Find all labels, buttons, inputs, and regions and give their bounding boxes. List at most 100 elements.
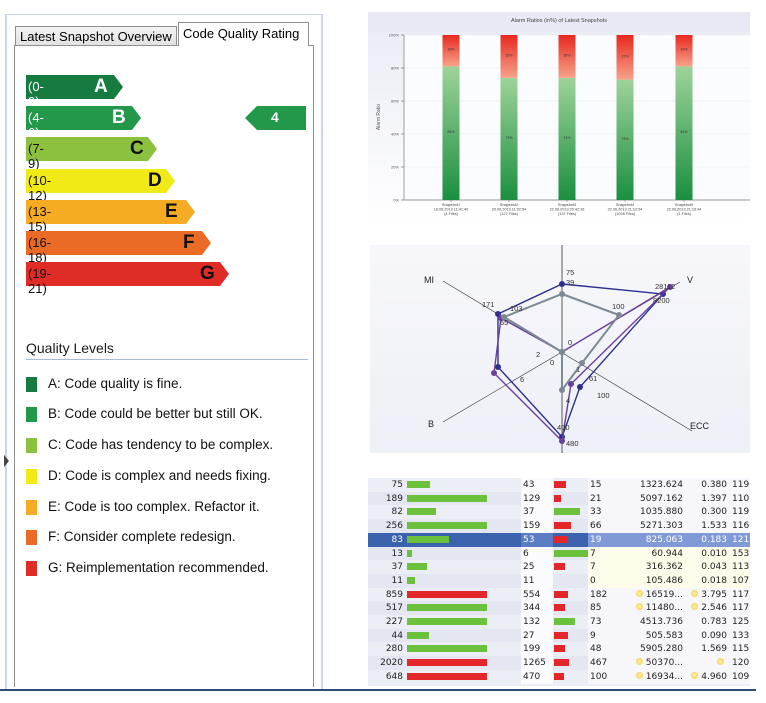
cell-metric-1: 13 <box>391 548 403 559</box>
rating-range: (10-12) <box>28 172 52 203</box>
cell-metric-6: 133 <box>730 628 750 643</box>
x-tick-files: (137 Files) <box>558 212 577 216</box>
radar-value-label: 8200 <box>653 296 670 305</box>
cell-metric-3: 467 <box>588 656 616 671</box>
level-color-swatch <box>26 377 37 392</box>
metric-5-value: 0.043 <box>701 562 727 573</box>
level-description: C: Code has tendency to be complex. <box>48 437 274 452</box>
metric-bar-red <box>554 481 567 488</box>
table-row[interactable]: 280 199 48 5905.280 1.569 115 <box>368 642 750 657</box>
table-row[interactable]: 37 25 7 316.362 0.043 113 <box>368 560 750 575</box>
cell-metric-2: 53 <box>521 532 553 547</box>
tab-code-quality-rating[interactable]: Code Quality Rating <box>178 22 309 46</box>
cell-metric-4: 5271.303 <box>616 519 686 534</box>
cell-metric-5: 0.043 <box>686 560 730 575</box>
current-rating-value: 4 <box>271 109 279 125</box>
metric-bar-red <box>554 672 564 680</box>
bar-ok-label: 74% <box>505 136 512 140</box>
cell-metric-3: 66 <box>588 519 616 534</box>
rating-arrow-tip <box>202 231 211 255</box>
axis-label-ecc: ECC <box>690 421 710 431</box>
x-tick-label: Snapshot5 <box>675 203 693 207</box>
cell-metric-2: 132 <box>521 615 553 629</box>
cell-metric-4: 5097.162 <box>616 491 686 506</box>
radar-value-label: 61 <box>589 374 597 383</box>
cell-metric-1: 82 <box>391 507 403 518</box>
bar-ok-label: 81% <box>447 130 454 134</box>
cell-metric-3: 73 <box>588 615 616 629</box>
chart-title: Alarm Ratios (in%) of Latest Snapshots <box>511 18 607 24</box>
table-row[interactable]: 75 43 15 1323.624 0.380 119 <box>368 478 750 492</box>
metric-bar-red <box>554 604 565 612</box>
cell-metric-4: 60.944 <box>616 546 686 561</box>
cell-metric-5: 0.018 <box>686 573 730 588</box>
metric-bar-red <box>554 522 571 530</box>
table-row-partial <box>368 683 750 686</box>
metric-5-value: 0.183 <box>701 534 727 545</box>
cell-metric-3: 48 <box>588 642 616 657</box>
metric-5-value: 0.783 <box>701 617 727 627</box>
rating-bar <box>26 231 202 255</box>
rating-arrow-tip <box>114 75 123 99</box>
table-row[interactable]: 13 6 7 60.944 0.010 153 <box>368 546 750 561</box>
metric-bar-red <box>554 563 566 571</box>
rating-arrow-tip <box>166 168 175 193</box>
cell-metric-2: 159 <box>521 519 553 534</box>
cell-metric-5: 0.090 <box>686 628 730 643</box>
cell-metric-2: 37 <box>521 505 553 520</box>
y-tick-label: 60% <box>391 99 399 104</box>
cell-metric-3: 0 <box>588 573 616 588</box>
rating-letter: A <box>94 76 108 97</box>
metric-5-value: 1.397 <box>701 493 727 504</box>
x-tick-date: 22.06.2013 20:42:16 <box>550 208 585 212</box>
radar-value-label: 103 <box>510 304 523 313</box>
cell-metric-2: 1265 <box>521 656 553 671</box>
rating-range: (19-21) <box>28 266 52 297</box>
table-row[interactable]: 256 159 66 5271.303 1.533 116 <box>368 519 750 534</box>
rating-arrow-tip <box>220 262 229 287</box>
collapse-arrow-icon[interactable] <box>4 455 9 467</box>
table-row[interactable]: 189 129 21 5097.162 1.397 110 <box>368 491 750 506</box>
cell-metric-6: 119 <box>730 505 750 520</box>
cell-metric-3: 100 <box>588 669 616 684</box>
table-row[interactable]: 859 554 182 16519... 3.795 117 <box>368 587 750 602</box>
table-row[interactable]: 11 11 0 105.486 0.018 107 <box>368 573 750 588</box>
warning-bulb-icon <box>635 658 643 666</box>
cell-metric-5: 4.960 <box>686 669 730 684</box>
metric-4-value: 11480... <box>645 603 683 614</box>
metric-4-value: 5097.162 <box>640 493 683 504</box>
table-row[interactable]: 648 470 100 16934... 4.960 109 <box>368 669 750 684</box>
cell-metric-3: 33 <box>588 505 616 520</box>
metric-4-value: 50370... <box>645 658 683 669</box>
warning-bulb-icon <box>691 603 699 611</box>
cell-metric-3: 19 <box>588 532 616 547</box>
cell-metric-2: 554 <box>521 587 553 602</box>
warning-bulb-icon <box>717 658 724 666</box>
radar-value-label: 171 <box>482 300 495 309</box>
table-row[interactable]: 44 27 9 505.583 0.090 133 <box>368 628 750 643</box>
metric-5-value: 0.010 <box>701 548 727 559</box>
tab-latest-snapshot-overview[interactable]: Latest Snapshot Overview <box>15 26 177 45</box>
radar-value-label: 0 <box>550 358 554 367</box>
cell-metric-5: 0.300 <box>686 505 730 520</box>
cell-metric-4: 1323.624 <box>616 478 686 492</box>
x-tick-files: (4 Files) <box>444 212 458 216</box>
rating-range: (13-15) <box>28 203 52 234</box>
metric-bar-green <box>407 549 412 557</box>
axis-label-b: B <box>428 419 434 429</box>
cell-metric-1: 44 <box>391 630 403 641</box>
metric-bar-green <box>554 618 576 625</box>
table-row[interactable]: 517 344 85 11480... 2.546 117 <box>368 601 750 616</box>
x-tick-date: 22.06.2013 21:16:44 <box>667 208 702 212</box>
bar-alarm-label: 19% <box>680 48 687 52</box>
table-row[interactable]: 83 53 19 825.063 0.183 121 <box>368 532 750 547</box>
quality-levels-divider <box>26 359 308 360</box>
table-row[interactable]: 2020 1265 467 50370...16.485120 <box>368 656 750 683</box>
table-row[interactable]: 82 37 33 1035.880 0.300 119 <box>368 505 750 520</box>
metric-bar-red <box>554 631 568 639</box>
table-row[interactable]: 227 132 73 4513.736 0.783 125 <box>368 615 750 629</box>
metric-4-value: 60.944 <box>651 548 684 559</box>
radar-value-label: 100 <box>612 302 625 311</box>
cell-metric-1: 75 <box>391 480 403 490</box>
cell-metric-6: 121 <box>730 532 750 547</box>
